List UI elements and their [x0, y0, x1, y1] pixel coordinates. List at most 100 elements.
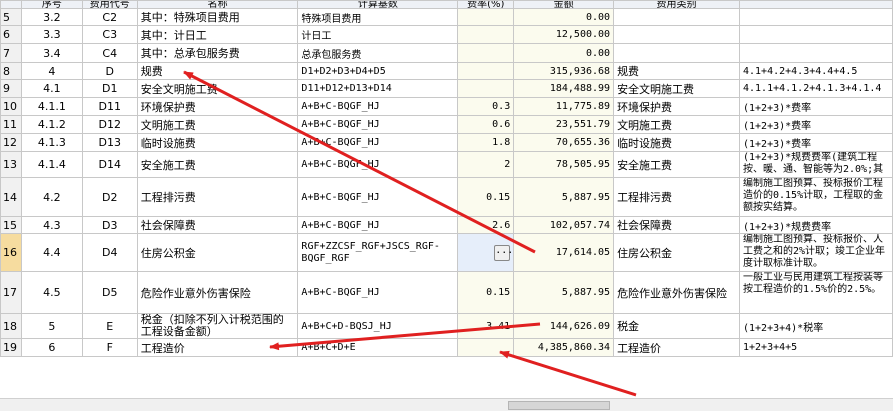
- seq-cell[interactable]: 4.5: [20, 271, 83, 314]
- base-cell[interactable]: 总承包服务费: [297, 43, 459, 63]
- code-cell[interactable]: C2: [81, 8, 138, 26]
- base-cell[interactable]: D1+D2+D3+D4+D5: [297, 62, 459, 80]
- code-cell[interactable]: D2: [81, 177, 138, 217]
- code-cell[interactable]: E: [81, 313, 138, 339]
- seq-cell[interactable]: 4: [20, 62, 83, 80]
- base-cell[interactable]: A+B+C-BQGF_HJ: [297, 133, 459, 152]
- scrollbar-thumb[interactable]: [508, 401, 610, 410]
- seq-cell[interactable]: 3.3: [20, 25, 83, 44]
- seq-cell[interactable]: 3.4: [20, 43, 83, 63]
- base-cell[interactable]: A+B+C-BQGF_HJ: [297, 271, 459, 314]
- amount-cell[interactable]: 78,505.95: [513, 151, 615, 178]
- code-cell[interactable]: D4: [81, 233, 138, 272]
- note-cell[interactable]: 一般工业与民用建筑工程按装等按工程造价的1.5%价的2.5%。: [738, 271, 893, 314]
- base-cell[interactable]: A+B+C+D+E: [297, 338, 459, 357]
- table-row[interactable]: 7 3.4 C4 其中：总承包服务费 总承包服务费 0.00: [0, 43, 893, 63]
- category-cell[interactable]: [613, 43, 740, 63]
- header-category[interactable]: 费用类别: [613, 0, 740, 9]
- category-cell[interactable]: [613, 8, 740, 26]
- amount-cell[interactable]: 102,057.74: [513, 216, 615, 234]
- category-cell[interactable]: 危险作业意外伤害保险: [613, 271, 740, 314]
- category-cell[interactable]: 住房公积金: [613, 233, 740, 272]
- code-cell[interactable]: D: [81, 62, 138, 80]
- base-cell[interactable]: RGF+ZZCSF_RGF+JSCS_RGF-BQGF_RGF: [297, 233, 459, 272]
- category-cell[interactable]: 临时设施费: [613, 133, 740, 152]
- note-cell[interactable]: (1+2+3+4)*税率: [738, 313, 893, 339]
- amount-cell[interactable]: 144,626.09: [513, 313, 615, 339]
- name-cell[interactable]: 规费: [136, 62, 299, 80]
- base-cell[interactable]: 特殊项目费用: [297, 8, 459, 26]
- note-cell[interactable]: 1+2+3+4+5: [738, 338, 893, 357]
- note-cell[interactable]: 4.1+4.2+4.3+4.4+4.5: [738, 62, 893, 80]
- name-cell[interactable]: 文明施工费: [136, 115, 299, 134]
- table-row[interactable]: 8 4 D 规费 D1+D2+D3+D4+D5 315,936.68 规费 4.1+4.2+4…: [0, 62, 893, 80]
- rate-cell[interactable]: 0.15: [457, 177, 515, 217]
- category-cell[interactable]: 规费: [613, 62, 740, 80]
- category-cell[interactable]: 工程排污费: [613, 177, 740, 217]
- seq-cell[interactable]: 3.2: [20, 8, 83, 26]
- category-cell[interactable]: 环境保护费: [613, 97, 740, 116]
- name-cell[interactable]: 环境保护费: [136, 97, 299, 116]
- note-cell[interactable]: (1+2+3)*规费费率(建筑工程按、暖、通、智能等为2.0%;其: [738, 151, 893, 178]
- header-base[interactable]: 计算基数: [297, 0, 459, 9]
- amount-cell[interactable]: 184,488.99: [513, 79, 615, 98]
- table-row[interactable]: 9 4.1 D1 安全文明施工费 D11+D12+D13+D14 184,488.99 安全…: [0, 79, 893, 98]
- name-cell[interactable]: 住房公积金: [136, 233, 299, 272]
- code-cell[interactable]: D1: [81, 79, 138, 98]
- header-name[interactable]: 名称: [136, 0, 299, 9]
- category-cell[interactable]: 社会保障费: [613, 216, 740, 234]
- table-row[interactable]: 17 4.5 D5 危险作业意外伤害保险 A+B+C-BQGF_HJ 0.15 5,887.…: [0, 271, 893, 314]
- rate-cell[interactable]: 0.15: [457, 271, 515, 314]
- name-cell[interactable]: 其中：总承包服务费: [136, 43, 299, 63]
- note-cell[interactable]: [738, 8, 893, 26]
- name-cell[interactable]: 其中：计日工: [136, 25, 299, 44]
- code-cell[interactable]: C3: [81, 25, 138, 44]
- seq-cell[interactable]: 4.2: [20, 177, 83, 217]
- table-row[interactable]: 14 4.2 D2 工程排污费 A+B+C-BQGF_HJ 0.15 5,887.95 工程排…: [0, 177, 893, 217]
- rate-cell[interactable]: 0.6: [457, 115, 515, 134]
- table-row[interactable]: 16 4.4 D4 住房公积金 RGF+ZZCSF_RGF+JSCS_RGF-BQGF_…: [0, 233, 893, 272]
- amount-cell[interactable]: 23,551.79: [513, 115, 615, 134]
- table-row[interactable]: 13 4.1.4 D14 安全施工费 A+B+C-BQGF_HJ 2 78,505.95 安全…: [0, 151, 893, 178]
- amount-cell[interactable]: 5,887.95: [513, 177, 615, 217]
- note-cell[interactable]: [738, 43, 893, 63]
- rate-cell[interactable]: 3.41: [457, 313, 515, 339]
- rate-cell[interactable]: [457, 8, 515, 26]
- amount-cell[interactable]: 5,887.95: [513, 271, 615, 314]
- seq-cell[interactable]: 4.1.2: [20, 115, 83, 134]
- code-cell[interactable]: D13: [81, 133, 138, 152]
- name-cell[interactable]: 安全施工费: [136, 151, 299, 178]
- amount-cell[interactable]: 70,655.36: [513, 133, 615, 152]
- base-cell[interactable]: A+B+C-BQGF_HJ: [297, 115, 459, 134]
- code-cell[interactable]: C4: [81, 43, 138, 63]
- note-cell[interactable]: 4.1.1+4.1.2+4.1.3+4.1.4: [738, 79, 893, 98]
- code-cell[interactable]: D12: [81, 115, 138, 134]
- category-cell[interactable]: 安全施工费: [613, 151, 740, 178]
- table-row[interactable]: 11 4.1.2 D12 文明施工费 A+B+C-BQGF_HJ 0.6 23,551.79…: [0, 115, 893, 134]
- name-cell[interactable]: 税金（扣除不列入计税范围的工程设备金额）: [136, 313, 299, 339]
- amount-cell[interactable]: 11,775.89: [513, 97, 615, 116]
- rate-cell[interactable]: [457, 338, 515, 357]
- table-row[interactable]: 10 4.1.1 D11 环境保护费 A+B+C-BQGF_HJ 0.3 11,775.89…: [0, 97, 893, 116]
- amount-cell[interactable]: 0.00: [513, 8, 615, 26]
- base-cell[interactable]: A+B+C-BQGF_HJ: [297, 216, 459, 234]
- seq-cell[interactable]: 4.4: [20, 233, 83, 272]
- rate-cell[interactable]: 2.6: [457, 216, 515, 234]
- note-cell[interactable]: (1+2+3)*规费费率: [738, 216, 893, 234]
- code-cell[interactable]: F: [81, 338, 138, 357]
- category-cell[interactable]: 工程造价: [613, 338, 740, 357]
- code-cell[interactable]: D5: [81, 271, 138, 314]
- base-cell[interactable]: A+B+C-BQGF_HJ: [297, 177, 459, 217]
- rate-edit-button[interactable]: ...: [494, 245, 513, 261]
- note-cell[interactable]: [738, 25, 893, 44]
- header-rate[interactable]: 费率(%): [457, 0, 515, 9]
- code-cell[interactable]: D11: [81, 97, 138, 116]
- rate-cell[interactable]: 1.8: [457, 133, 515, 152]
- name-cell[interactable]: 危险作业意外伤害保险: [136, 271, 299, 314]
- rate-cell[interactable]: [457, 62, 515, 80]
- rate-cell[interactable]: [457, 79, 515, 98]
- table-row[interactable]: 5 3.2 C2 其中：特殊项目费用 特殊项目费用 0.00: [0, 8, 893, 26]
- amount-cell[interactable]: 17,614.05: [513, 233, 615, 272]
- category-cell[interactable]: 安全文明施工费: [613, 79, 740, 98]
- code-cell[interactable]: D3: [81, 216, 138, 234]
